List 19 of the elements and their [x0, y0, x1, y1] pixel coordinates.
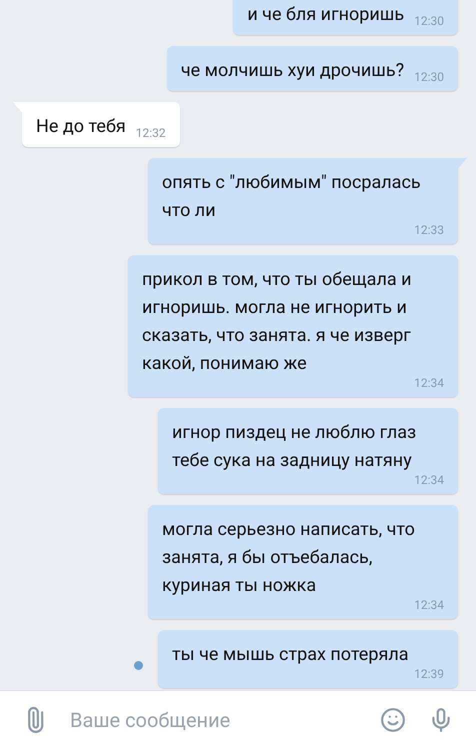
message-text: че молчишь хуи дрочишь? [180, 59, 404, 83]
message-text: и че бля игноришь [247, 3, 404, 27]
message-text: опять с "любимым" посралась что ли [162, 171, 422, 223]
emoji-icon[interactable] [380, 706, 406, 732]
message-time: 12:34 [414, 598, 444, 613]
message-composer[interactable]: Ваше сообщение [0, 690, 476, 748]
message-text: игнор пиздец не люблю глаз тебе сука на задницу натяну [172, 421, 418, 473]
message-time: 12:34 [414, 473, 444, 488]
message-time: 12:30 [414, 70, 444, 85]
message-time: 12:30 [414, 14, 444, 29]
message-text: прикол в том, что ты обещала и игноришь. могла не игнорить и сказать, что занята. я че изверг какой, понимаю же [142, 268, 413, 376]
message-text: могла серьезно написать, что занята, я бы отъебалась, куриная ты ножка [162, 518, 416, 598]
message-time: 12:33 [414, 223, 444, 238]
message-text: ты че мышь страх потеряла [172, 643, 409, 667]
message-time: 12:32 [136, 126, 166, 141]
message-input[interactable]: Ваше сообщение [70, 704, 358, 734]
message-time: 12:39 [414, 667, 444, 682]
message-text: Не до тебя [36, 115, 126, 139]
message-time: 12:34 [414, 376, 444, 391]
